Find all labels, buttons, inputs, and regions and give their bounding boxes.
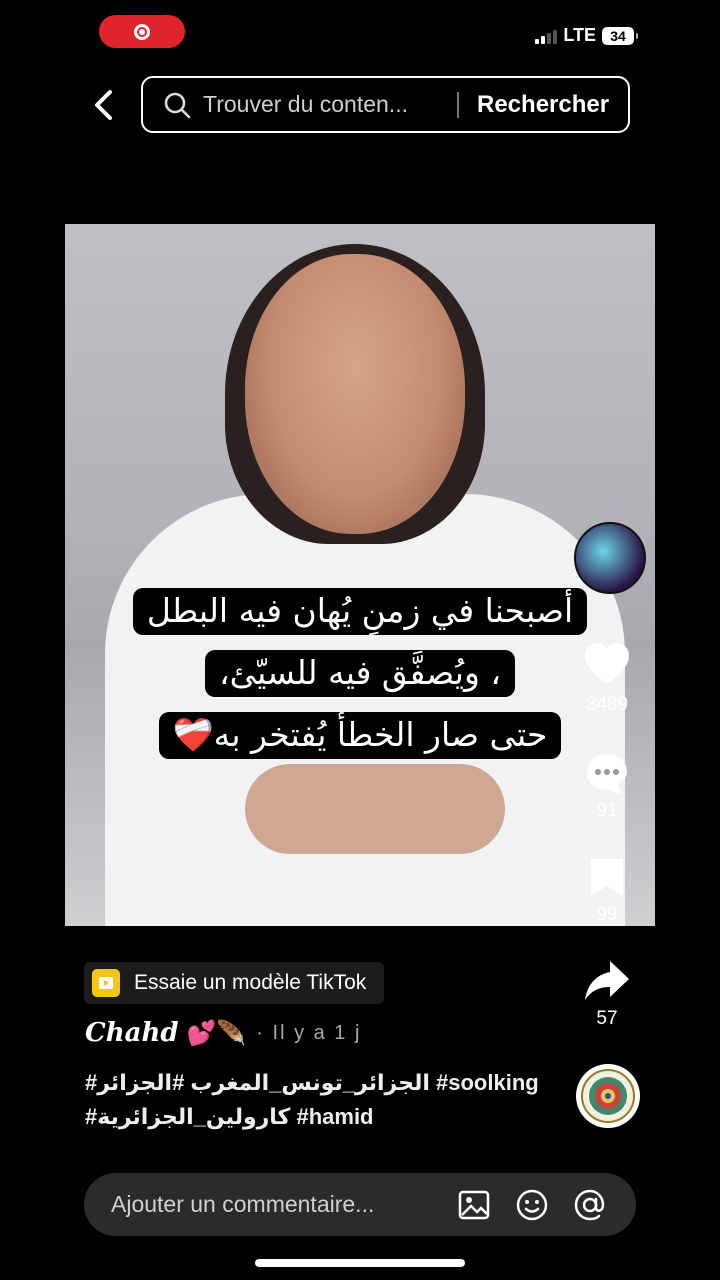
- post-time: · Il y a 1 j: [256, 1021, 362, 1044]
- search-input[interactable]: Trouver du conten...: [203, 91, 445, 118]
- comment-icon[interactable]: [583, 750, 631, 798]
- comment-bar[interactable]: Ajouter un commentaire...: [84, 1173, 636, 1236]
- comment-count: 91: [596, 800, 618, 821]
- video-subject-face: [245, 254, 465, 534]
- caption-text-2: ، ويُصفَّق فيه للسيّئ،: [204, 650, 516, 697]
- caption-text-1: أصبحنا في زمنٍ يُهان فيه البطل: [132, 588, 588, 635]
- video-player[interactable]: [65, 224, 655, 926]
- back-button[interactable]: [88, 88, 118, 122]
- share-count: 57: [596, 1008, 618, 1029]
- caption-line: أصبحنا في زمنٍ يُهان فيه البطل: [65, 588, 655, 635]
- battery-icon: 34: [602, 26, 638, 45]
- like-count: 3489: [585, 694, 629, 715]
- caption-text-3: حتى صار الخطأ يُفتخر به❤️‍🩹: [158, 712, 562, 759]
- creator-avatar[interactable]: [574, 522, 646, 594]
- search-divider: [457, 91, 459, 118]
- template-icon: [92, 969, 120, 997]
- record-icon: [134, 23, 150, 40]
- caption-line: ، ويُصفَّق فيه للسيّئ،: [65, 650, 655, 697]
- chevron-left-icon: [95, 90, 112, 120]
- search-bar[interactable]: Trouver du conten... Rechercher: [141, 76, 630, 133]
- status-bar: LTE 34: [535, 25, 638, 46]
- video-subject-hands: [245, 764, 505, 854]
- author-row: Chahd 💕🪶 · Il y a 1 j: [85, 1018, 361, 1048]
- signal-icon: [535, 28, 558, 44]
- video-subject-shirt: [105, 494, 625, 926]
- template-label: Essaie un modèle TikTok: [134, 971, 367, 994]
- home-indicator[interactable]: [255, 1259, 465, 1267]
- hashtags-line[interactable]: #الجزائر_تونس_المغرب #الجزائر #soolking: [85, 1070, 539, 1096]
- music-disc[interactable]: [576, 1064, 640, 1128]
- mention-icon[interactable]: [573, 1188, 607, 1222]
- author-emojis: 💕🪶: [186, 1019, 247, 1047]
- caption-line: حتى صار الخطأ يُفتخر به❤️‍🩹: [65, 712, 655, 759]
- save-count: 99: [596, 904, 618, 925]
- hashtags-line[interactable]: #كارولين_الجزائرية #hamid: [85, 1104, 374, 1130]
- share-icon[interactable]: [582, 958, 632, 1004]
- mandala-icon: [581, 1069, 635, 1123]
- search-button[interactable]: Rechercher: [477, 91, 609, 119]
- bookmark-icon[interactable]: [588, 856, 626, 898]
- heart-icon[interactable]: [582, 640, 632, 690]
- emoji-icon[interactable]: [515, 1188, 549, 1222]
- network-label: LTE: [563, 25, 596, 45]
- search-icon: [164, 92, 191, 118]
- image-icon[interactable]: [457, 1188, 491, 1222]
- screen-recording-indicator[interactable]: [99, 15, 185, 48]
- comment-input[interactable]: Ajouter un commentaire...: [111, 1191, 433, 1218]
- author-name[interactable]: Chahd: [85, 1018, 179, 1048]
- template-badge[interactable]: Essaie un modèle TikTok: [84, 962, 385, 1004]
